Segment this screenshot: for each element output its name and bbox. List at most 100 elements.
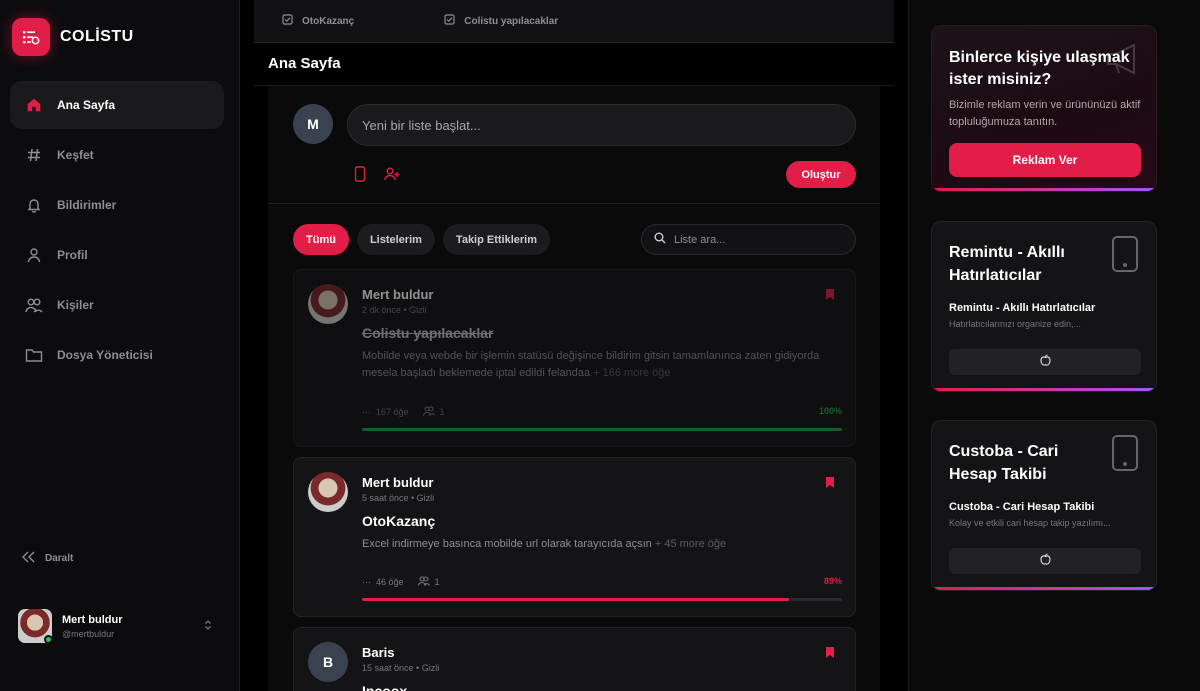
list-description: Excel indirmeye basınca mobilde url olar… [362, 538, 727, 550]
app-store-button[interactable] [949, 349, 1141, 375]
user-handle: @mertbuldur [62, 628, 115, 639]
app-promo-card[interactable]: Remintu - Akıllı Hatırlatıcılar Remintu … [931, 221, 1157, 392]
progress-percent: 100% [818, 406, 842, 416]
sidebar: COLİSTU Ana Sayfa Keşfet Bildirimler Pro… [0, 0, 240, 691]
post-meta: 15 saat önce • Gizli [362, 663, 440, 673]
bell-icon [24, 195, 44, 215]
sidebar-nav: Ana Sayfa Keşfet Bildirimler Profil Kişi… [10, 81, 224, 381]
online-status-dot [44, 635, 53, 644]
author-avatar [308, 284, 348, 324]
gradient-accent [932, 587, 1156, 590]
author-avatar: B [308, 642, 348, 682]
sidebar-item-label: Keşfet [57, 148, 94, 162]
sidebar-item-people[interactable]: Kişiler [10, 281, 224, 329]
divider [268, 203, 880, 204]
list-card[interactable]: Mert buldur 2 dk önce • Gizli Colistu ya… [293, 269, 856, 447]
filter-all[interactable]: Tümü [293, 224, 349, 255]
search-input[interactable] [674, 233, 834, 246]
more-items-text: + 166 more öğe [593, 367, 671, 379]
create-button[interactable]: Oluştur [786, 161, 856, 188]
add-user-icon[interactable] [384, 166, 400, 187]
app-title: Remintu - Akıllı Hatırlatıcılar [949, 244, 1065, 284]
author-name: Mert buldur [362, 287, 434, 302]
bookmark-icon[interactable] [825, 646, 835, 664]
post-meta: 2 dk önce • Gizli [362, 305, 427, 315]
dots-icon: ··· [362, 407, 371, 417]
sidebar-item-label: Kişiler [57, 298, 94, 312]
author-avatar [308, 472, 348, 512]
progress-fill [362, 428, 842, 431]
author-name: Mert buldur [362, 475, 434, 490]
app-store-button[interactable] [949, 548, 1141, 574]
new-list-input[interactable] [347, 104, 856, 146]
user-icon [24, 245, 44, 265]
apple-icon [1039, 353, 1051, 371]
sidebar-item-label: Dosya Yöneticisi [57, 348, 153, 362]
logo[interactable]: COLİSTU [12, 18, 134, 56]
list-title: Incoox [362, 683, 408, 691]
list-title: Colistu yapılacaklar [362, 325, 494, 341]
filter-tabs: Tümü Listelerim Takip Ettiklerim [293, 224, 558, 255]
sidebar-item-label: Ana Sayfa [57, 98, 116, 112]
sidebar-item-notifications[interactable]: Bildirimler [10, 181, 224, 229]
list-card[interactable]: Mert buldur 5 saat önce • Gizli OtoKazan… [293, 457, 856, 617]
author-name: Baris [362, 645, 395, 660]
advertise-button[interactable]: Reklam Ver [949, 143, 1141, 177]
more-items-text: + 45 more öğe [654, 538, 727, 550]
app-description: Kolay ve etkili cari hesap takip yazılım… [949, 518, 1111, 528]
member-count: 1 [439, 407, 445, 417]
users-icon [417, 576, 430, 588]
app-description: Hatırlatıcılarınızı organize edin,... [949, 319, 1082, 329]
dots-icon: ··· [362, 577, 371, 587]
item-count: 167 öğe [376, 407, 409, 417]
avatar [18, 609, 53, 644]
user-name: Mert buldur [62, 613, 123, 626]
sidebar-item-explore[interactable]: Keşfet [10, 131, 224, 179]
chevrons-left-icon [22, 551, 35, 566]
search-icon [654, 231, 666, 249]
phone-icon [1111, 434, 1139, 477]
app-title: Custoba - Cari Hesap Takibi [949, 443, 1059, 483]
bookmark-icon[interactable] [825, 288, 835, 306]
sidebar-item-label: Bildirimler [57, 198, 117, 212]
filter-following[interactable]: Takip Ettiklerim [442, 224, 551, 255]
feed: M Oluştur Tümü Listelerim Takip Ettikler… [268, 86, 880, 691]
sidebar-item-home[interactable]: Ana Sayfa [10, 81, 224, 129]
collapse-button[interactable]: Daralt [22, 551, 73, 566]
app-promo-card[interactable]: Custoba - Cari Hesap Takibi Custoba - Ca… [931, 420, 1157, 591]
list-card[interactable]: B Baris 15 saat önce • Gizli Incoox [293, 627, 856, 691]
tab-label: OtoKazanç [302, 15, 355, 27]
checkbox-icon [444, 14, 455, 28]
item-count: 46 öğe [376, 577, 404, 587]
composer-tools [354, 166, 418, 187]
progress-percent: 89% [823, 576, 842, 586]
sidebar-item-files[interactable]: Dosya Yöneticisi [10, 331, 224, 379]
composer-avatar: M [293, 104, 333, 144]
app-subtitle: Remintu - Akıllı Hatırlatıcılar [949, 302, 1096, 314]
progress-fill [362, 598, 790, 601]
progress-bar [362, 598, 842, 601]
users-icon [422, 406, 435, 418]
right-rail: Binlerce kişiye ulaşmak ister misiniz? B… [908, 0, 1200, 691]
app-name: COLİSTU [60, 28, 134, 45]
phone-icon [1111, 235, 1139, 278]
member-count: 1 [434, 577, 440, 587]
ad-card: Binlerce kişiye ulaşmak ister misiniz? B… [931, 25, 1157, 192]
user-menu[interactable]: Mert buldur @mertbuldur [18, 608, 218, 644]
chevron-up-down-icon [204, 619, 212, 634]
list-search [641, 224, 856, 255]
bookmark-icon[interactable] [825, 476, 835, 494]
progress-bar [362, 428, 842, 431]
checkbox-icon [282, 14, 293, 28]
logo-icon [12, 18, 50, 56]
sidebar-item-profile[interactable]: Profil [10, 231, 224, 279]
folder-icon [24, 345, 44, 365]
list-stats: ··· 167 öğe 1 [362, 406, 459, 418]
list-description: Mobilde veya webde bir işlemin statüsü d… [362, 350, 820, 379]
tab-otokazanc[interactable]: OtoKazanç [282, 14, 354, 28]
device-icon[interactable] [354, 166, 366, 187]
tab-colistu-yapilacaklar[interactable]: Colistu yapılacaklar [444, 14, 558, 28]
ad-title: Binlerce kişiye ulaşmak ister misiniz? [949, 49, 1130, 88]
open-tabs-bar: OtoKazanç Colistu yapılacaklar [254, 0, 894, 43]
filter-my-lists[interactable]: Listelerim [356, 224, 435, 255]
